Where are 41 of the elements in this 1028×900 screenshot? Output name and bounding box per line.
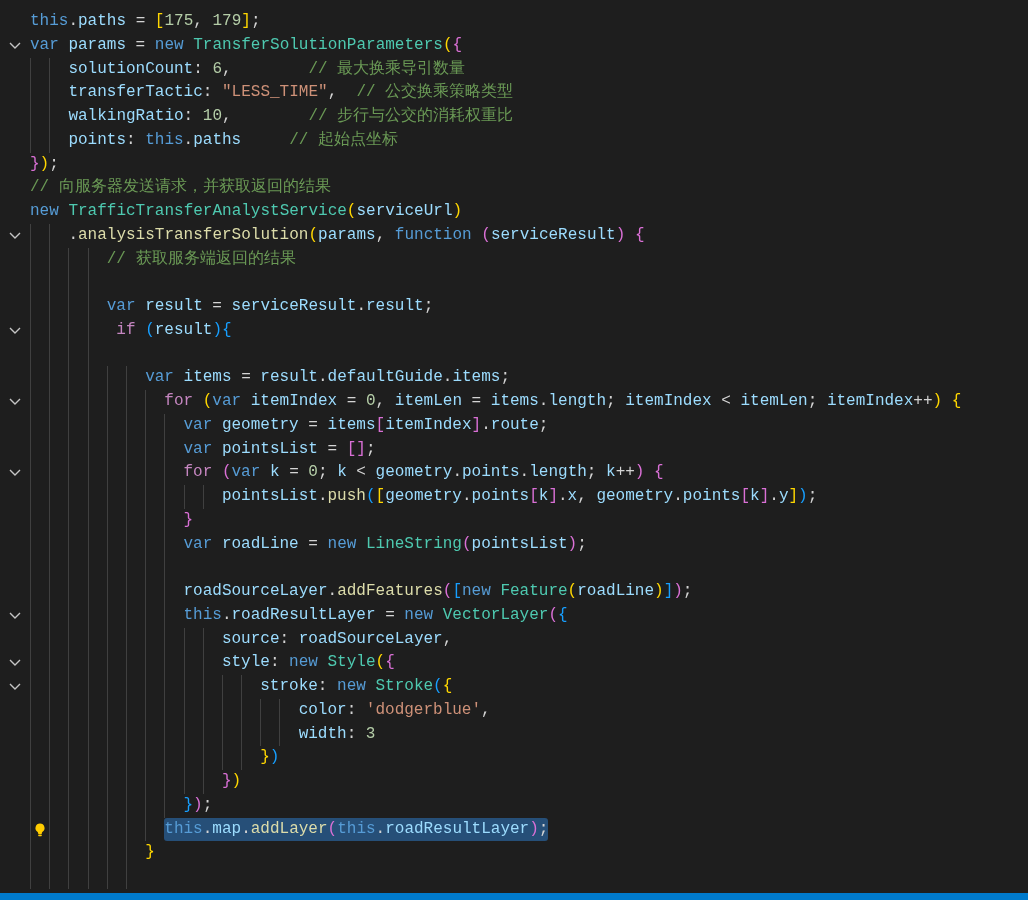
code-line: stroke: new Stroke({ [260,676,453,697]
fold-chevron-icon[interactable] [9,41,21,50]
code-line: } [183,509,194,531]
code-line: var roadLine = new LineString(pointsList); [183,533,587,555]
code-line: }); [183,794,213,816]
code-line: var result = serviceResult.result; [106,296,434,317]
code-line: pointsList.push([geometry.points[k].x, geometry.points[k].y]); [221,486,818,507]
code-line: // 获取服务端返回的结果 [106,248,296,270]
code-line: source: roadSourceLayer, [221,628,453,650]
fold-chevron-icon[interactable] [9,611,21,620]
code-line: var items = result.defaultGuide.items; [145,367,511,389]
code-line: for (var k = 0; k < geometry.points.length; k++) { [183,462,664,484]
code-line: width: 3 [298,723,376,745]
code-line: transferTactic: "LESS_TIME", // 公交换乘策略类型 [68,81,514,104]
code-line: color: 'dodgerblue', [298,699,491,721]
code-line: if (result){ [116,319,232,341]
code-line: }); [30,153,59,175]
code-line: solutionCount: 6, // 最大换乘导引数量 [68,58,466,80]
fold-chevron-icon[interactable] [9,231,21,240]
code-line: // 向服务器发送请求，并获取返回的结果 [30,176,331,199]
code-line: style: new Style({ [221,652,395,674]
code-line: var geometry = items[itemIndex].route; [183,414,549,436]
code-line: }) [221,771,242,792]
code-line: roadSourceLayer.addFeatures([new Feature(roadLine)]); [183,581,693,602]
code-line: var pointsList = []; [183,438,376,460]
fold-chevron-icon[interactable] [9,397,21,406]
code-line: }) [260,747,280,769]
code-line: } [145,842,155,864]
code-line: var params = new TransferSolutionParameters({ [30,34,463,56]
lightbulb-icon[interactable] [32,821,48,838]
fold-chevron-icon[interactable] [9,469,21,478]
code-line: new TrafficTransferAnalystService(serviceUrl) [30,201,463,222]
code-line: points: this.paths // 起始点坐标 [68,129,399,151]
fold-chevron-icon[interactable] [9,682,21,691]
code-line: for (var itemIndex = 0, itemLen = items.length; itemIndex < itemLen; itemIndex++) { [164,391,962,412]
fold-chevron-icon[interactable] [9,659,21,668]
code-line: walkingRatio: 10, // 步行与公交的消耗权重比 [68,105,514,127]
code-line: .analysisTransferSolution(params, function (serviceResult) { [68,224,645,246]
code-line: this.roadResultLayer = new VectorLayer({ [183,604,568,626]
code-line: this.paths = [175, 179]; [30,11,261,32]
fold-chevron-icon[interactable] [9,326,21,335]
